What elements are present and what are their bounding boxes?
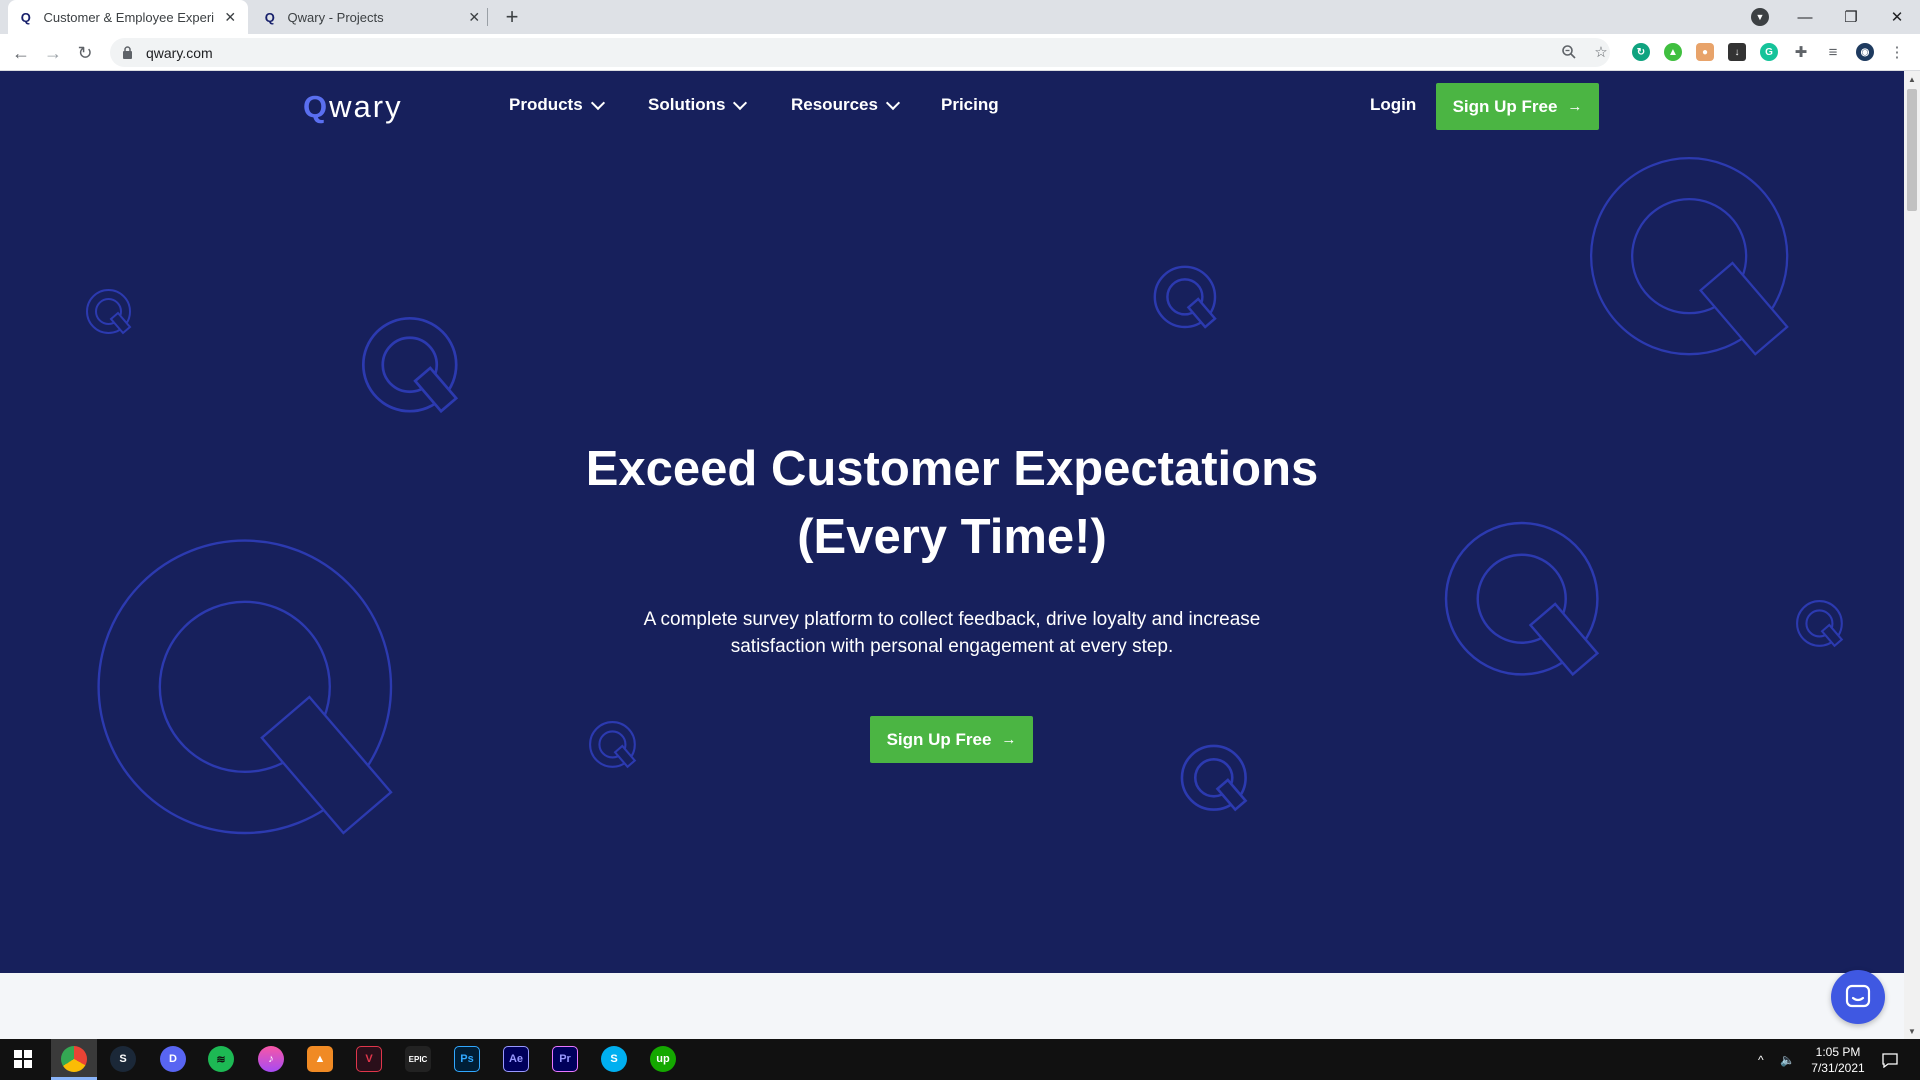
nav-signup-button[interactable]: Sign Up Free → bbox=[1436, 83, 1599, 130]
discord-icon[interactable]: D bbox=[160, 1046, 186, 1072]
new-tab-icon[interactable]: + bbox=[498, 4, 526, 30]
nav-resources[interactable]: Resources bbox=[791, 95, 901, 115]
hero-section: Q wary Products Solutions Resources Pric… bbox=[0, 71, 1904, 973]
decorative-q-icon bbox=[86, 289, 132, 335]
hero-headline-line1: Exceed Customer Expectations bbox=[585, 442, 1319, 496]
volume-icon[interactable]: 🔈 bbox=[1780, 1039, 1795, 1080]
browser-tabstrip: Q Customer & Employee Experienc ✕ Q Qwar… bbox=[0, 0, 1920, 34]
logo-wordmark: wary bbox=[329, 89, 403, 124]
scroll-down-icon[interactable]: ▼ bbox=[1904, 1023, 1920, 1039]
extension-green-icon[interactable]: ▲ bbox=[1664, 43, 1682, 61]
nav-signup-label: Sign Up Free bbox=[1452, 96, 1558, 116]
tab-separator bbox=[487, 8, 488, 26]
windows-start-icon[interactable] bbox=[10, 1046, 36, 1072]
system-clock[interactable]: 1:05 PM 7/31/2021 bbox=[1800, 1044, 1876, 1076]
extension-g-icon[interactable]: G bbox=[1760, 43, 1778, 61]
nav-pricing[interactable]: Pricing bbox=[941, 95, 999, 115]
extension-honey-icon[interactable]: ● bbox=[1696, 43, 1714, 61]
back-arrow-icon[interactable]: ← bbox=[8, 40, 34, 66]
decorative-q-icon bbox=[589, 721, 637, 769]
profile-avatar-icon[interactable]: ◉ bbox=[1856, 43, 1874, 61]
menu-kebab-icon[interactable]: ⋮ bbox=[1888, 43, 1906, 61]
premiere-pro-icon[interactable]: Pr bbox=[552, 1046, 578, 1072]
tab-title: Customer & Employee Experienc bbox=[43, 9, 215, 25]
bookmark-star-icon[interactable]: ☆ bbox=[1592, 43, 1610, 61]
hero-subtext: A complete survey platform to collect fe… bbox=[602, 606, 1302, 660]
decorative-q-icon bbox=[97, 539, 393, 835]
restore-icon[interactable]: ❐ bbox=[1828, 0, 1874, 34]
close-tab-icon[interactable]: ✕ bbox=[222, 9, 238, 25]
scrollbar-thumb[interactable] bbox=[1907, 89, 1917, 211]
media-queue-icon[interactable]: ≡ bbox=[1824, 43, 1842, 61]
chevron-down-icon bbox=[590, 95, 605, 110]
nav-pricing-label: Pricing bbox=[941, 95, 999, 114]
nav-solutions[interactable]: Solutions bbox=[648, 95, 748, 115]
hero-headline-line2: (Every Time!) bbox=[797, 510, 1107, 564]
hero-subtext-line1: A complete survey platform to collect fe… bbox=[643, 609, 1261, 630]
reload-icon[interactable]: ↻ bbox=[72, 40, 98, 66]
extension-download-icon[interactable]: ↓ bbox=[1728, 43, 1746, 61]
skype-icon[interactable]: S bbox=[601, 1046, 627, 1072]
tab-title: Qwary - Projects bbox=[287, 9, 384, 25]
forward-arrow-icon[interactable]: → bbox=[40, 40, 66, 66]
extensions-puzzle-icon[interactable]: ✚ bbox=[1792, 43, 1810, 61]
chat-icon bbox=[1845, 984, 1871, 1008]
chevron-down-icon bbox=[885, 95, 901, 110]
vlc-icon[interactable]: ▲ bbox=[307, 1046, 333, 1072]
browser-toolbar: ← → ↻ qwary.com ☆ ↻ ▲ ● ↓ G ✚ ≡ ◉ ⋮ bbox=[0, 34, 1920, 71]
logo-q: Q bbox=[303, 89, 330, 124]
tray-overflow-icon[interactable]: ^ bbox=[1758, 1039, 1764, 1080]
hero-subtext-line2: satisfaction with personal engagement at… bbox=[730, 636, 1174, 657]
chevron-down-icon bbox=[733, 95, 748, 110]
login-link[interactable]: Login bbox=[1370, 95, 1416, 115]
nav-resources-label: Resources bbox=[791, 95, 878, 114]
window-close-icon[interactable]: ✕ bbox=[1874, 0, 1920, 34]
browser-tab[interactable]: Q Qwary - Projects ✕ bbox=[252, 0, 492, 34]
nav-products[interactable]: Products bbox=[509, 95, 605, 115]
decorative-q-icon bbox=[1153, 265, 1217, 329]
decorative-q-icon bbox=[1796, 600, 1844, 648]
qwary-favicon-icon: Q bbox=[264, 9, 275, 25]
site-nav: Q wary Products Solutions Resources Pric… bbox=[0, 71, 1904, 141]
browser-tab-active[interactable]: Q Customer & Employee Experienc ✕ bbox=[8, 0, 248, 34]
extension-grammarly-icon[interactable]: ↻ bbox=[1632, 43, 1650, 61]
after-effects-icon[interactable]: Ae bbox=[503, 1046, 529, 1072]
decorative-q-icon bbox=[1180, 744, 1248, 812]
page-scrollbar[interactable]: ▲ ▼ bbox=[1904, 71, 1920, 1039]
itunes-icon[interactable]: ♪ bbox=[258, 1046, 284, 1072]
lock-icon bbox=[122, 45, 134, 60]
qwary-logo[interactable]: Q wary bbox=[303, 89, 403, 125]
arrow-right-icon: → bbox=[1567, 98, 1583, 115]
notifications-icon[interactable] bbox=[1882, 1039, 1898, 1080]
zoom-icon[interactable] bbox=[1560, 43, 1578, 61]
hero-signup-label: Sign Up Free bbox=[886, 729, 992, 749]
chat-launcher-button[interactable] bbox=[1831, 970, 1885, 1024]
minimize-icon[interactable]: — bbox=[1782, 0, 1828, 34]
nav-products-label: Products bbox=[509, 95, 583, 114]
close-tab-icon[interactable]: ✕ bbox=[466, 9, 482, 25]
chrome-icon[interactable] bbox=[61, 1046, 87, 1072]
epic-games-icon[interactable]: EPIC bbox=[405, 1046, 431, 1072]
address-bar[interactable]: qwary.com bbox=[110, 38, 1610, 67]
hero-signup-button[interactable]: Sign Up Free → bbox=[870, 716, 1033, 763]
arrow-right-icon: → bbox=[1001, 731, 1017, 748]
steam-icon[interactable]: S bbox=[110, 1046, 136, 1072]
upwork-icon[interactable]: up bbox=[650, 1046, 676, 1072]
decorative-q-icon bbox=[1589, 156, 1789, 356]
web-page: Q wary Products Solutions Resources Pric… bbox=[0, 71, 1904, 1039]
spotify-icon[interactable]: ≋ bbox=[208, 1046, 234, 1072]
tab-search-icon[interactable]: ▼ bbox=[1751, 8, 1769, 26]
decorative-q-icon bbox=[1444, 521, 1600, 677]
photoshop-icon[interactable]: Ps bbox=[454, 1046, 480, 1072]
decorative-q-icon bbox=[361, 316, 459, 414]
clock-time: 1:05 PM bbox=[1815, 1045, 1861, 1059]
nav-solutions-label: Solutions bbox=[648, 95, 726, 114]
url-text: qwary.com bbox=[146, 44, 213, 61]
clock-date: 7/31/2021 bbox=[1811, 1061, 1865, 1075]
qwary-favicon-icon: Q bbox=[20, 9, 31, 25]
windows-taskbar: S D ≋ ♪ ▲ V EPIC Ps Ae Pr S up ^ 🔈 1:05 … bbox=[0, 1039, 1920, 1080]
hero-headline: Exceed Customer Expectations (Every Time… bbox=[452, 435, 1452, 571]
scroll-up-icon[interactable]: ▲ bbox=[1904, 71, 1920, 87]
vivaldi-icon[interactable]: V bbox=[356, 1046, 382, 1072]
